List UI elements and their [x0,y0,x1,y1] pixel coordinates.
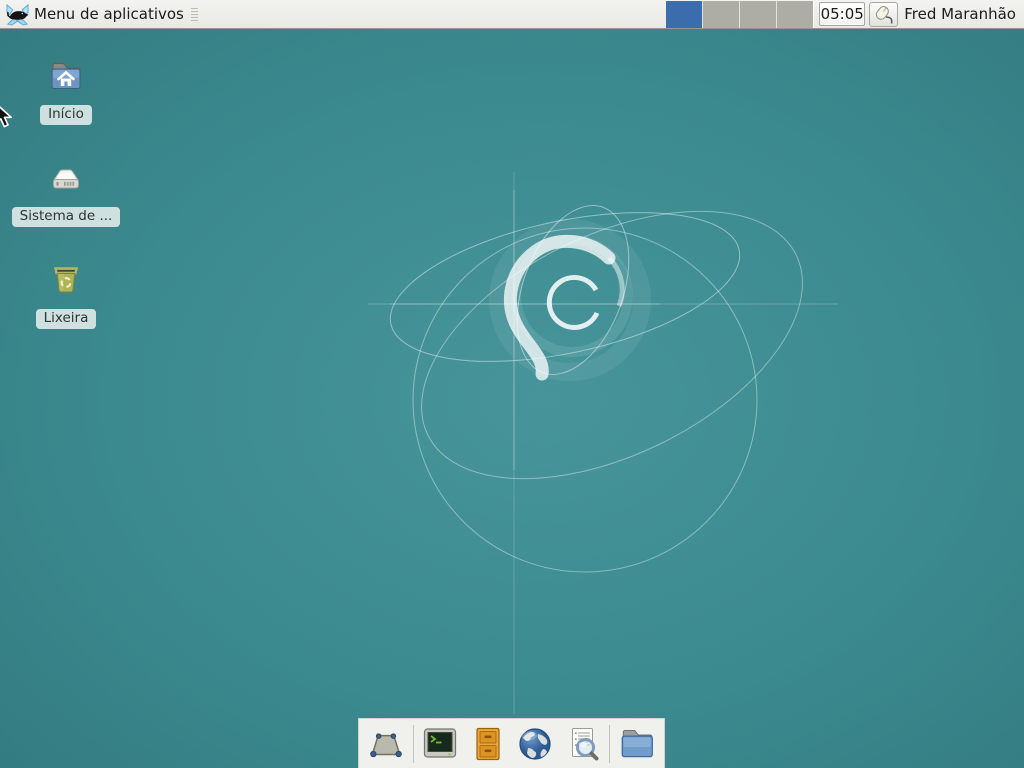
workspace-switcher [666,1,814,28]
workspace-2[interactable] [703,1,739,28]
dock-separator [413,725,414,763]
application-finder-button[interactable] [559,721,607,767]
debian-wallpaper-artwork [0,0,1024,768]
terminal-button[interactable] [416,721,464,767]
desktop-icon-label: Sistema de ... [12,207,121,227]
directory-menu-button[interactable] [613,721,661,767]
bottom-dock [358,718,665,768]
directory-menu-icon [615,724,659,764]
applications-menu-button[interactable]: Menu de aplicativos [0,0,188,28]
clock-widget[interactable]: 05:05 [819,2,865,26]
home-folder-icon [45,56,87,100]
filesystem-drive-icon [45,158,87,202]
workspace-1[interactable] [666,1,702,28]
applications-menu-label: Menu de aplicativos [34,5,184,23]
file-cabinet-icon [468,725,508,763]
show-desktop-icon [364,724,408,764]
file-manager-button[interactable] [464,721,512,767]
workspace-3[interactable] [740,1,776,28]
web-browser-button[interactable] [511,721,559,767]
trash-icon [45,260,87,304]
web-browser-icon [515,725,555,763]
user-menu[interactable]: Fred Maranhão [904,5,1016,23]
dock-separator [609,725,610,763]
desktop-icon-label: Lixeira [36,309,97,329]
desktop-icon-filesystem[interactable]: Sistema de ... [6,158,126,227]
desktop-icon-home[interactable]: Início [6,56,126,125]
desktop-screen: Menu de aplicativos 05:05 Fred Maranhão [0,0,1024,768]
mouse-settings-button[interactable] [869,2,898,27]
desktop-icon-trash[interactable]: Lixeira [6,260,126,329]
desktop-icon-label: Início [40,105,92,125]
mouse-device-icon [872,3,896,25]
show-desktop-button[interactable] [362,721,410,767]
application-finder-icon [563,725,603,763]
terminal-icon [420,725,460,763]
panel-separator-handle [191,8,198,21]
xfce-logo-icon [6,3,29,26]
top-panel: Menu de aplicativos 05:05 Fred Maranhão [0,0,1024,29]
workspace-4[interactable] [777,1,813,28]
